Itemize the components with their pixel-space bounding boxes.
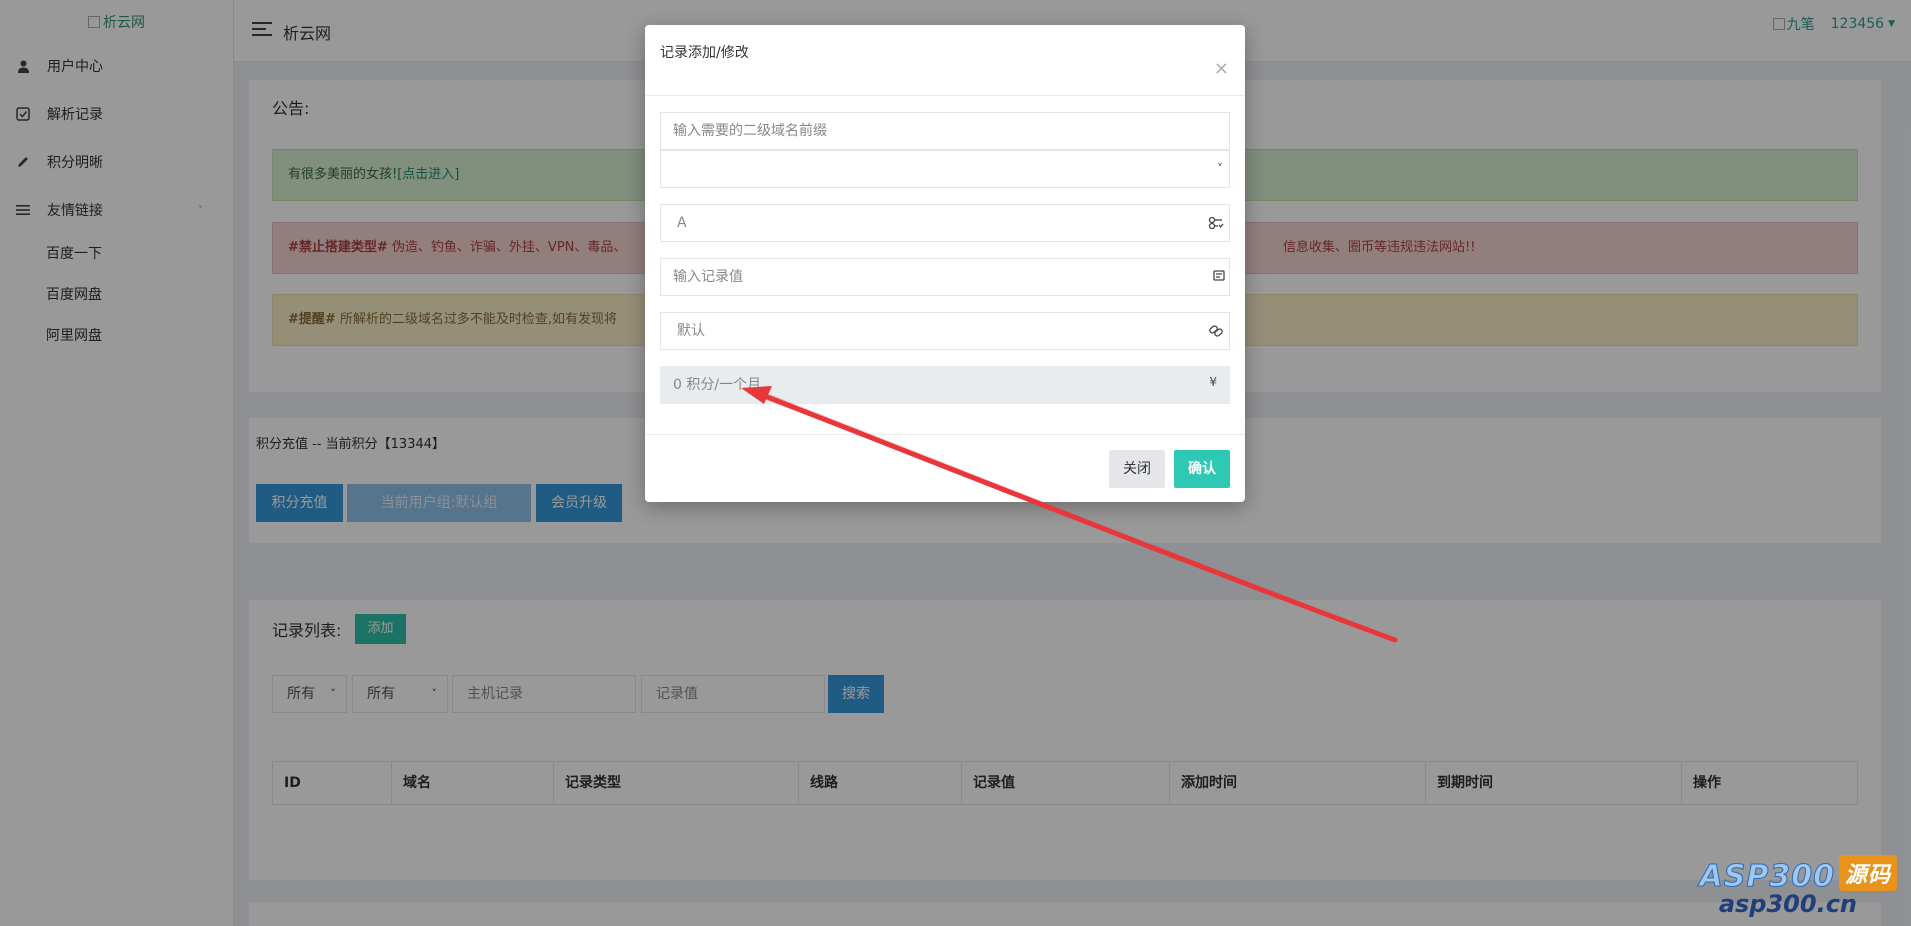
record-edit-modal: 记录添加/修改 × 输入需要的二级域名前缀 ˅ A 输入记录值 默认 0 积分/…: [645, 25, 1245, 502]
modal-footer-divider: [645, 434, 1245, 435]
key-icon: [1208, 205, 1224, 255]
cost-value: 0 积分/一个月: [673, 377, 762, 393]
subdomain-prefix-input[interactable]: 输入需要的二级域名前缀: [660, 112, 1230, 150]
edit-icon: [1213, 258, 1226, 308]
watermark-source: 源码: [1838, 855, 1897, 891]
close-icon[interactable]: ×: [1214, 60, 1229, 78]
watermark-brand: ASP300: [1699, 859, 1835, 895]
chevron-down-icon: ˅: [1217, 162, 1223, 176]
yuan-icon: ¥: [1209, 375, 1217, 389]
link-icon: [1208, 313, 1224, 363]
line-value: 默认: [677, 323, 705, 339]
close-button[interactable]: 关闭: [1109, 450, 1165, 488]
cost-field: 0 积分/一个月 ¥: [660, 366, 1230, 404]
record-type-select[interactable]: A: [660, 204, 1230, 242]
watermark-url: asp300.cn: [1718, 890, 1857, 918]
modal-title: 记录添加/修改: [660, 45, 749, 61]
confirm-button[interactable]: 确认: [1174, 450, 1230, 488]
record-value-field[interactable]: 输入记录值: [660, 258, 1230, 296]
domain-select[interactable]: ˅: [660, 150, 1230, 188]
line-select[interactable]: 默认: [660, 312, 1230, 350]
modal-divider: [645, 95, 1245, 96]
record-type-value: A: [677, 215, 687, 231]
watermark: ASP300 源码 asp300.cn: [1699, 855, 1897, 918]
